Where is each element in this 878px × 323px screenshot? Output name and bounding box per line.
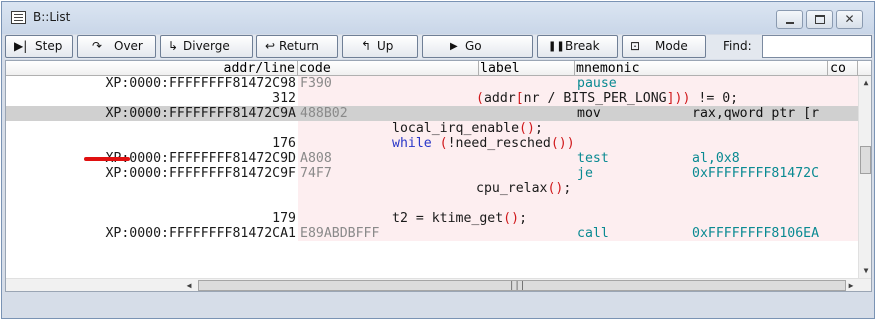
break-icon: ❚❚ <box>548 41 565 52</box>
find-label: Find: <box>723 39 752 53</box>
break-label: Break <box>565 39 600 53</box>
step-label: Step <box>35 39 63 53</box>
diverge-icon: ↳ <box>168 39 179 53</box>
scroll-grip-icon: ||| <box>509 281 526 291</box>
operands-cell: 0xFFFFFFFF81472C <box>692 166 820 181</box>
source-code-cell: (addr[nr / BITS_PER_LONG])) != 0; <box>476 91 739 106</box>
column-label[interactable]: label <box>479 61 575 76</box>
return-label: Return <box>279 39 319 53</box>
source-code-cell: t2 = ktime_get(); <box>392 211 528 226</box>
step-button[interactable]: ▶| Step <box>5 35 73 58</box>
blank-row[interactable] <box>6 196 858 211</box>
go-icon: ▶ <box>450 41 458 52</box>
source-row[interactable]: 312 (addr[nr / BITS_PER_LONG])) != 0; <box>6 91 858 106</box>
maximize-icon <box>815 15 825 24</box>
opcode-cell: E89ABDBFFF <box>300 226 380 241</box>
asm-row[interactable]: XP:0000:FFFFFFFF81472C9A 488B02 mov rax,qwo… <box>6 106 858 121</box>
title-bar[interactable]: B::List ✕ <box>2 2 874 34</box>
opcode-cell: 488B02 <box>300 106 348 121</box>
address-cell: XP:0000:FFFFFFFF81472CA1 <box>105 226 296 241</box>
column-code[interactable]: code <box>298 61 479 76</box>
mode-icon: ⊡ <box>630 39 641 53</box>
source-row[interactable]: 179 t2 = ktime_get(); <box>6 211 858 226</box>
over-label: Over <box>114 39 143 53</box>
line-number-cell: 179 <box>272 211 296 226</box>
step-over-icon: ↷ <box>92 39 103 53</box>
mnemonic-cell: je <box>577 166 593 181</box>
source-row[interactable]: cpu_relax(); <box>6 181 858 196</box>
over-button[interactable]: ↷ Over <box>77 35 156 58</box>
scroll-right-arrow-icon[interactable]: ▶ <box>844 279 858 291</box>
opcode-cell: F390 <box>300 76 332 91</box>
scroll-up-arrow-icon[interactable]: ▲ <box>859 76 871 90</box>
column-comment[interactable]: co <box>828 61 858 76</box>
code-area-bg <box>298 181 858 196</box>
operands-cell: 0xFFFFFFFF8106EA <box>692 226 820 241</box>
window-title: B::List <box>33 10 71 24</box>
up-icon: ↰ <box>361 39 372 53</box>
scroll-down-arrow-icon[interactable]: ▼ <box>859 264 871 278</box>
up-label: Up <box>377 39 394 53</box>
address-cell: XP:0000:FFFFFFFF81472C9D <box>105 151 296 166</box>
horizontal-scrollbar[interactable]: ◀ ||| ▶ <box>6 278 871 291</box>
code-listing[interactable]: addr/line code label mnemonic co XP:0000… <box>5 60 872 292</box>
mnemonic-cell: call <box>577 226 609 241</box>
mnemonic-cell: test <box>577 151 609 166</box>
code-area-bg <box>298 196 858 211</box>
return-icon: ↩ <box>265 39 276 53</box>
source-code-cell: while (!need_resched()) <box>392 136 575 151</box>
mnemonic-cell: pause <box>577 76 617 91</box>
code-area-bg <box>298 136 858 151</box>
selected-address-underline <box>84 157 130 161</box>
opcode-cell: A808 <box>300 151 332 166</box>
toolbar: ▶| Step ↷ Over ↳ Diverge ↩ Return ↰ Up ▶… <box>5 35 872 59</box>
address-cell: XP:0000:FFFFFFFF81472C9F <box>105 166 296 181</box>
go-label: Go <box>465 39 482 53</box>
close-icon: ✕ <box>844 12 855 26</box>
horizontal-scroll-thumb[interactable]: ||| <box>198 280 846 291</box>
source-code-cell: cpu_relax(); <box>476 181 572 196</box>
opcode-cell: 74F7 <box>300 166 332 181</box>
source-row[interactable]: 176 while (!need_resched()) <box>6 136 858 151</box>
list-window: B::List ✕ ▶| Step ↷ Over ↳ Diverge ↩ Ret… <box>1 1 875 319</box>
break-button[interactable]: ❚❚ Break <box>537 35 618 58</box>
go-button[interactable]: ▶ Go <box>422 35 533 58</box>
column-mnemonic[interactable]: mnemonic <box>575 61 828 76</box>
list-window-icon <box>11 11 26 24</box>
operands-cell: al,0x8 <box>692 151 740 166</box>
asm-row[interactable]: XP:0000:FFFFFFFF81472C9D A808 test al,0x8 <box>6 151 858 166</box>
column-header: addr/line code label mnemonic co <box>6 61 871 76</box>
asm-row[interactable]: XP:0000:FFFFFFFF81472CA1 E89ABDBFFF call 0x… <box>6 226 858 241</box>
column-addr-line[interactable]: addr/line <box>6 61 298 76</box>
mnemonic-cell: mov <box>577 106 601 121</box>
source-code-cell: local_irq_enable(); <box>392 121 543 136</box>
diverge-label: Diverge <box>183 39 230 53</box>
minimize-button[interactable] <box>776 10 803 29</box>
asm-row[interactable]: XP:0000:FFFFFFFF81472C98 F390 pause <box>6 76 858 91</box>
operands-cell: rax,qword ptr [r <box>692 106 820 121</box>
column-header-corner <box>858 61 871 76</box>
mode-button[interactable]: ⊡ Mode <box>622 35 706 58</box>
vertical-scroll-thumb[interactable] <box>860 146 871 174</box>
address-cell: XP:0000:FFFFFFFF81472C9A <box>105 106 296 121</box>
code-area-bg <box>298 211 858 226</box>
line-number-cell: 176 <box>272 136 296 151</box>
code-area-bg <box>298 121 858 136</box>
find-input[interactable] <box>762 35 872 58</box>
scroll-left-arrow-icon[interactable]: ◀ <box>182 279 196 291</box>
source-row[interactable]: local_irq_enable(); <box>6 121 858 136</box>
maximize-button[interactable] <box>806 10 833 29</box>
address-cell: XP:0000:FFFFFFFF81472C98 <box>105 76 296 91</box>
mode-label: Mode <box>655 39 688 53</box>
step-icon: ▶| <box>14 39 28 53</box>
diverge-button[interactable]: ↳ Diverge <box>160 35 253 58</box>
asm-row[interactable]: XP:0000:FFFFFFFF81472C9F 74F7 je 0xFFFFFFFF… <box>6 166 858 181</box>
return-button[interactable]: ↩ Return <box>256 35 338 58</box>
close-button[interactable]: ✕ <box>836 10 863 29</box>
up-button[interactable]: ↰ Up <box>342 35 418 58</box>
line-number-cell: 312 <box>272 91 296 106</box>
vertical-scrollbar[interactable]: ▲ ▼ <box>858 76 871 278</box>
minimize-icon <box>786 22 794 24</box>
